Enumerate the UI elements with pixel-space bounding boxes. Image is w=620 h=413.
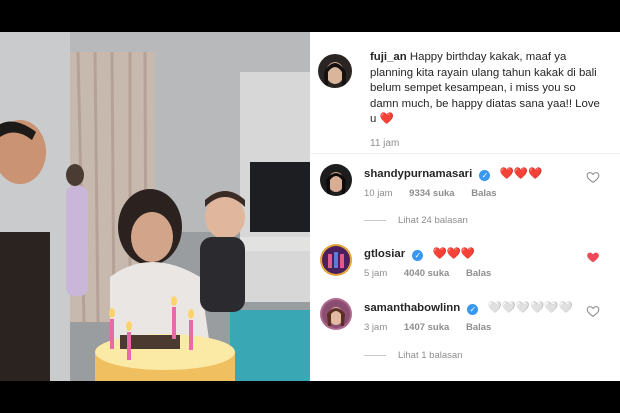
comment-item: shandypurnamasari ✓ ❤️❤️❤️ 10 jam 9334 s… xyxy=(310,160,620,206)
comment-meta: 5 jam 4040 suka Balas xyxy=(364,268,505,279)
birthday-photo-image xyxy=(0,32,310,381)
comment-avatar[interactable] xyxy=(320,164,352,196)
caption-avatar[interactable] xyxy=(318,54,352,88)
comment-time: 10 jam xyxy=(364,188,393,199)
comment-text-line: samanthabowlinn ✓ 🤍🤍🤍🤍🤍🤍 xyxy=(364,300,573,315)
comment-username[interactable]: samanthabowlinn xyxy=(364,302,460,314)
post-photo[interactable] xyxy=(0,32,310,381)
replies-line xyxy=(364,219,386,221)
comment-text-line: shandypurnamasari ✓ ❤️❤️❤️ xyxy=(364,166,542,181)
reply-button[interactable]: Balas xyxy=(471,188,496,199)
like-heart-icon[interactable] xyxy=(586,170,600,184)
comment-time: 3 jam xyxy=(364,322,388,333)
view-replies-link[interactable]: Lihat 24 balasan xyxy=(364,215,468,226)
comment-item: gtlosiar ✓ ❤️❤️❤️ 5 jam 4040 suka Balas xyxy=(310,240,620,286)
comment-body: ❤️❤️❤️ xyxy=(499,168,543,180)
reply-button[interactable]: Balas xyxy=(466,268,491,279)
comment-username[interactable]: gtlosiar xyxy=(364,248,405,260)
comment-meta: 3 jam 1407 suka Balas xyxy=(364,322,505,333)
view-replies-link[interactable]: Lihat 1 balasan xyxy=(364,350,462,361)
comment-time: 5 jam xyxy=(364,268,388,279)
caption-time: 11 jam xyxy=(370,138,400,149)
avatar-image xyxy=(326,172,346,194)
view-replies-label: Lihat 1 balasan xyxy=(398,350,463,361)
avatar-image xyxy=(322,246,350,274)
view-replies-label: Lihat 24 balasan xyxy=(398,215,468,226)
comment-avatar[interactable] xyxy=(320,298,352,330)
caption-username[interactable]: fuji_an xyxy=(370,51,407,63)
comment-likes[interactable]: 9334 suka xyxy=(409,188,454,199)
caption-text-block: fuji_an Happy birthday kakak, maaf ya pl… xyxy=(370,50,605,128)
comment-body: 🤍🤍🤍🤍🤍🤍 xyxy=(487,302,573,314)
like-heart-icon[interactable] xyxy=(586,304,600,318)
replies-line xyxy=(364,354,386,356)
verified-badge-icon: ✓ xyxy=(412,250,424,261)
reply-button[interactable]: Balas xyxy=(466,322,491,333)
comment-item: samanthabowlinn ✓ 🤍🤍🤍🤍🤍🤍 3 jam 1407 suka… xyxy=(310,294,620,340)
comments-panel: fuji_an Happy birthday kakak, maaf ya pl… xyxy=(310,32,620,381)
comment-body: ❤️❤️❤️ xyxy=(432,248,476,260)
avatar-image xyxy=(324,62,346,88)
comment-likes[interactable]: 1407 suka xyxy=(404,322,449,333)
comment-text-line: gtlosiar ✓ ❤️❤️❤️ xyxy=(364,246,475,261)
comment-username[interactable]: shandypurnamasari xyxy=(364,168,472,180)
caption-divider xyxy=(310,153,620,154)
verified-badge-icon: ✓ xyxy=(479,170,491,181)
verified-badge-icon: ✓ xyxy=(467,304,479,315)
comment-meta: 10 jam 9334 suka Balas xyxy=(364,188,511,199)
avatar-image xyxy=(322,300,350,328)
comment-avatar[interactable] xyxy=(320,244,352,276)
liked-heart-icon[interactable] xyxy=(586,250,600,264)
comment-likes[interactable]: 4040 suka xyxy=(404,268,449,279)
